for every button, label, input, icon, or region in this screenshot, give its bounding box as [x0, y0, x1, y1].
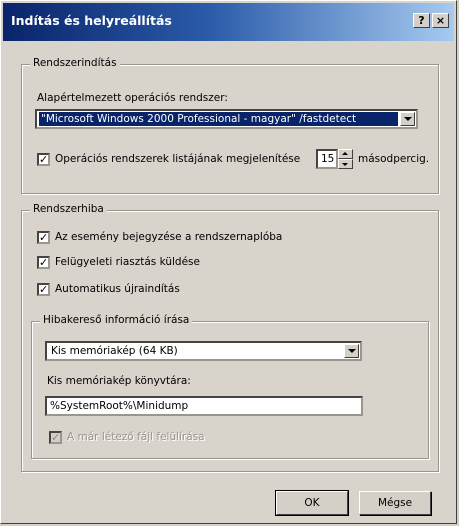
dump-dir-input[interactable]: %SystemRoot%\Minidump	[45, 396, 363, 416]
startup-group-legend: Rendszerindítás	[30, 57, 120, 69]
write-event-log-checkbox[interactable]: ✓	[37, 231, 50, 244]
write-event-log-label: Az esemény bejegyzése a rendszernaplóba	[55, 231, 283, 243]
dump-type-value: Kis memóriakép (64 KB)	[51, 345, 178, 357]
cancel-button[interactable]: Mégse	[359, 491, 431, 515]
send-admin-alert-label: Felügyeleti riasztás küldése	[55, 256, 200, 268]
dump-type-select[interactable]: Kis memóriakép (64 KB)	[45, 341, 362, 361]
seconds-spinner[interactable]	[338, 149, 353, 169]
dialog-title: Indítás és helyreállítás	[11, 13, 172, 28]
send-admin-alert-checkbox[interactable]: ✓	[37, 256, 50, 269]
startup-recovery-dialog: Indítás és helyreállítás ? × Rendszerind…	[0, 0, 457, 524]
overwrite-file-label: A már létező fájl felülírása	[67, 431, 205, 443]
startup-group: Rendszerindítás	[21, 57, 439, 194]
show-os-list-label: Operációs rendszerek listájának megjelen…	[55, 153, 301, 165]
spinner-down-icon[interactable]	[338, 159, 353, 169]
chevron-down-icon[interactable]	[344, 344, 359, 358]
system-failure-group-legend: Rendszerhiba	[30, 203, 107, 215]
chevron-down-icon[interactable]	[400, 112, 415, 126]
ok-button[interactable]: OK	[275, 490, 349, 516]
show-os-list-seconds-input[interactable]: 15	[316, 149, 338, 169]
seconds-unit-label: másodpercig.	[358, 153, 430, 165]
default-os-value: "Microsoft Windows 2000 Professional - m…	[39, 112, 398, 126]
show-os-list-checkbox[interactable]: ✓	[37, 153, 50, 166]
title-bar[interactable]: Indítás és helyreállítás ? ×	[3, 3, 454, 41]
dump-dir-label: Kis memóriakép könyvtára:	[47, 375, 191, 387]
default-os-label: Alapértelmezett operációs rendszer:	[37, 92, 228, 104]
spinner-up-icon[interactable]	[338, 149, 353, 159]
overwrite-file-checkbox[interactable]: ✓	[49, 431, 62, 444]
default-os-select[interactable]: "Microsoft Windows 2000 Professional - m…	[35, 109, 418, 129]
help-button[interactable]: ?	[413, 13, 430, 28]
auto-restart-checkbox[interactable]: ✓	[37, 283, 50, 296]
debug-info-group-legend: Hibakereső információ írása	[40, 314, 193, 326]
auto-restart-label: Automatikus újraindítás	[55, 283, 180, 295]
close-button[interactable]: ×	[432, 13, 449, 28]
